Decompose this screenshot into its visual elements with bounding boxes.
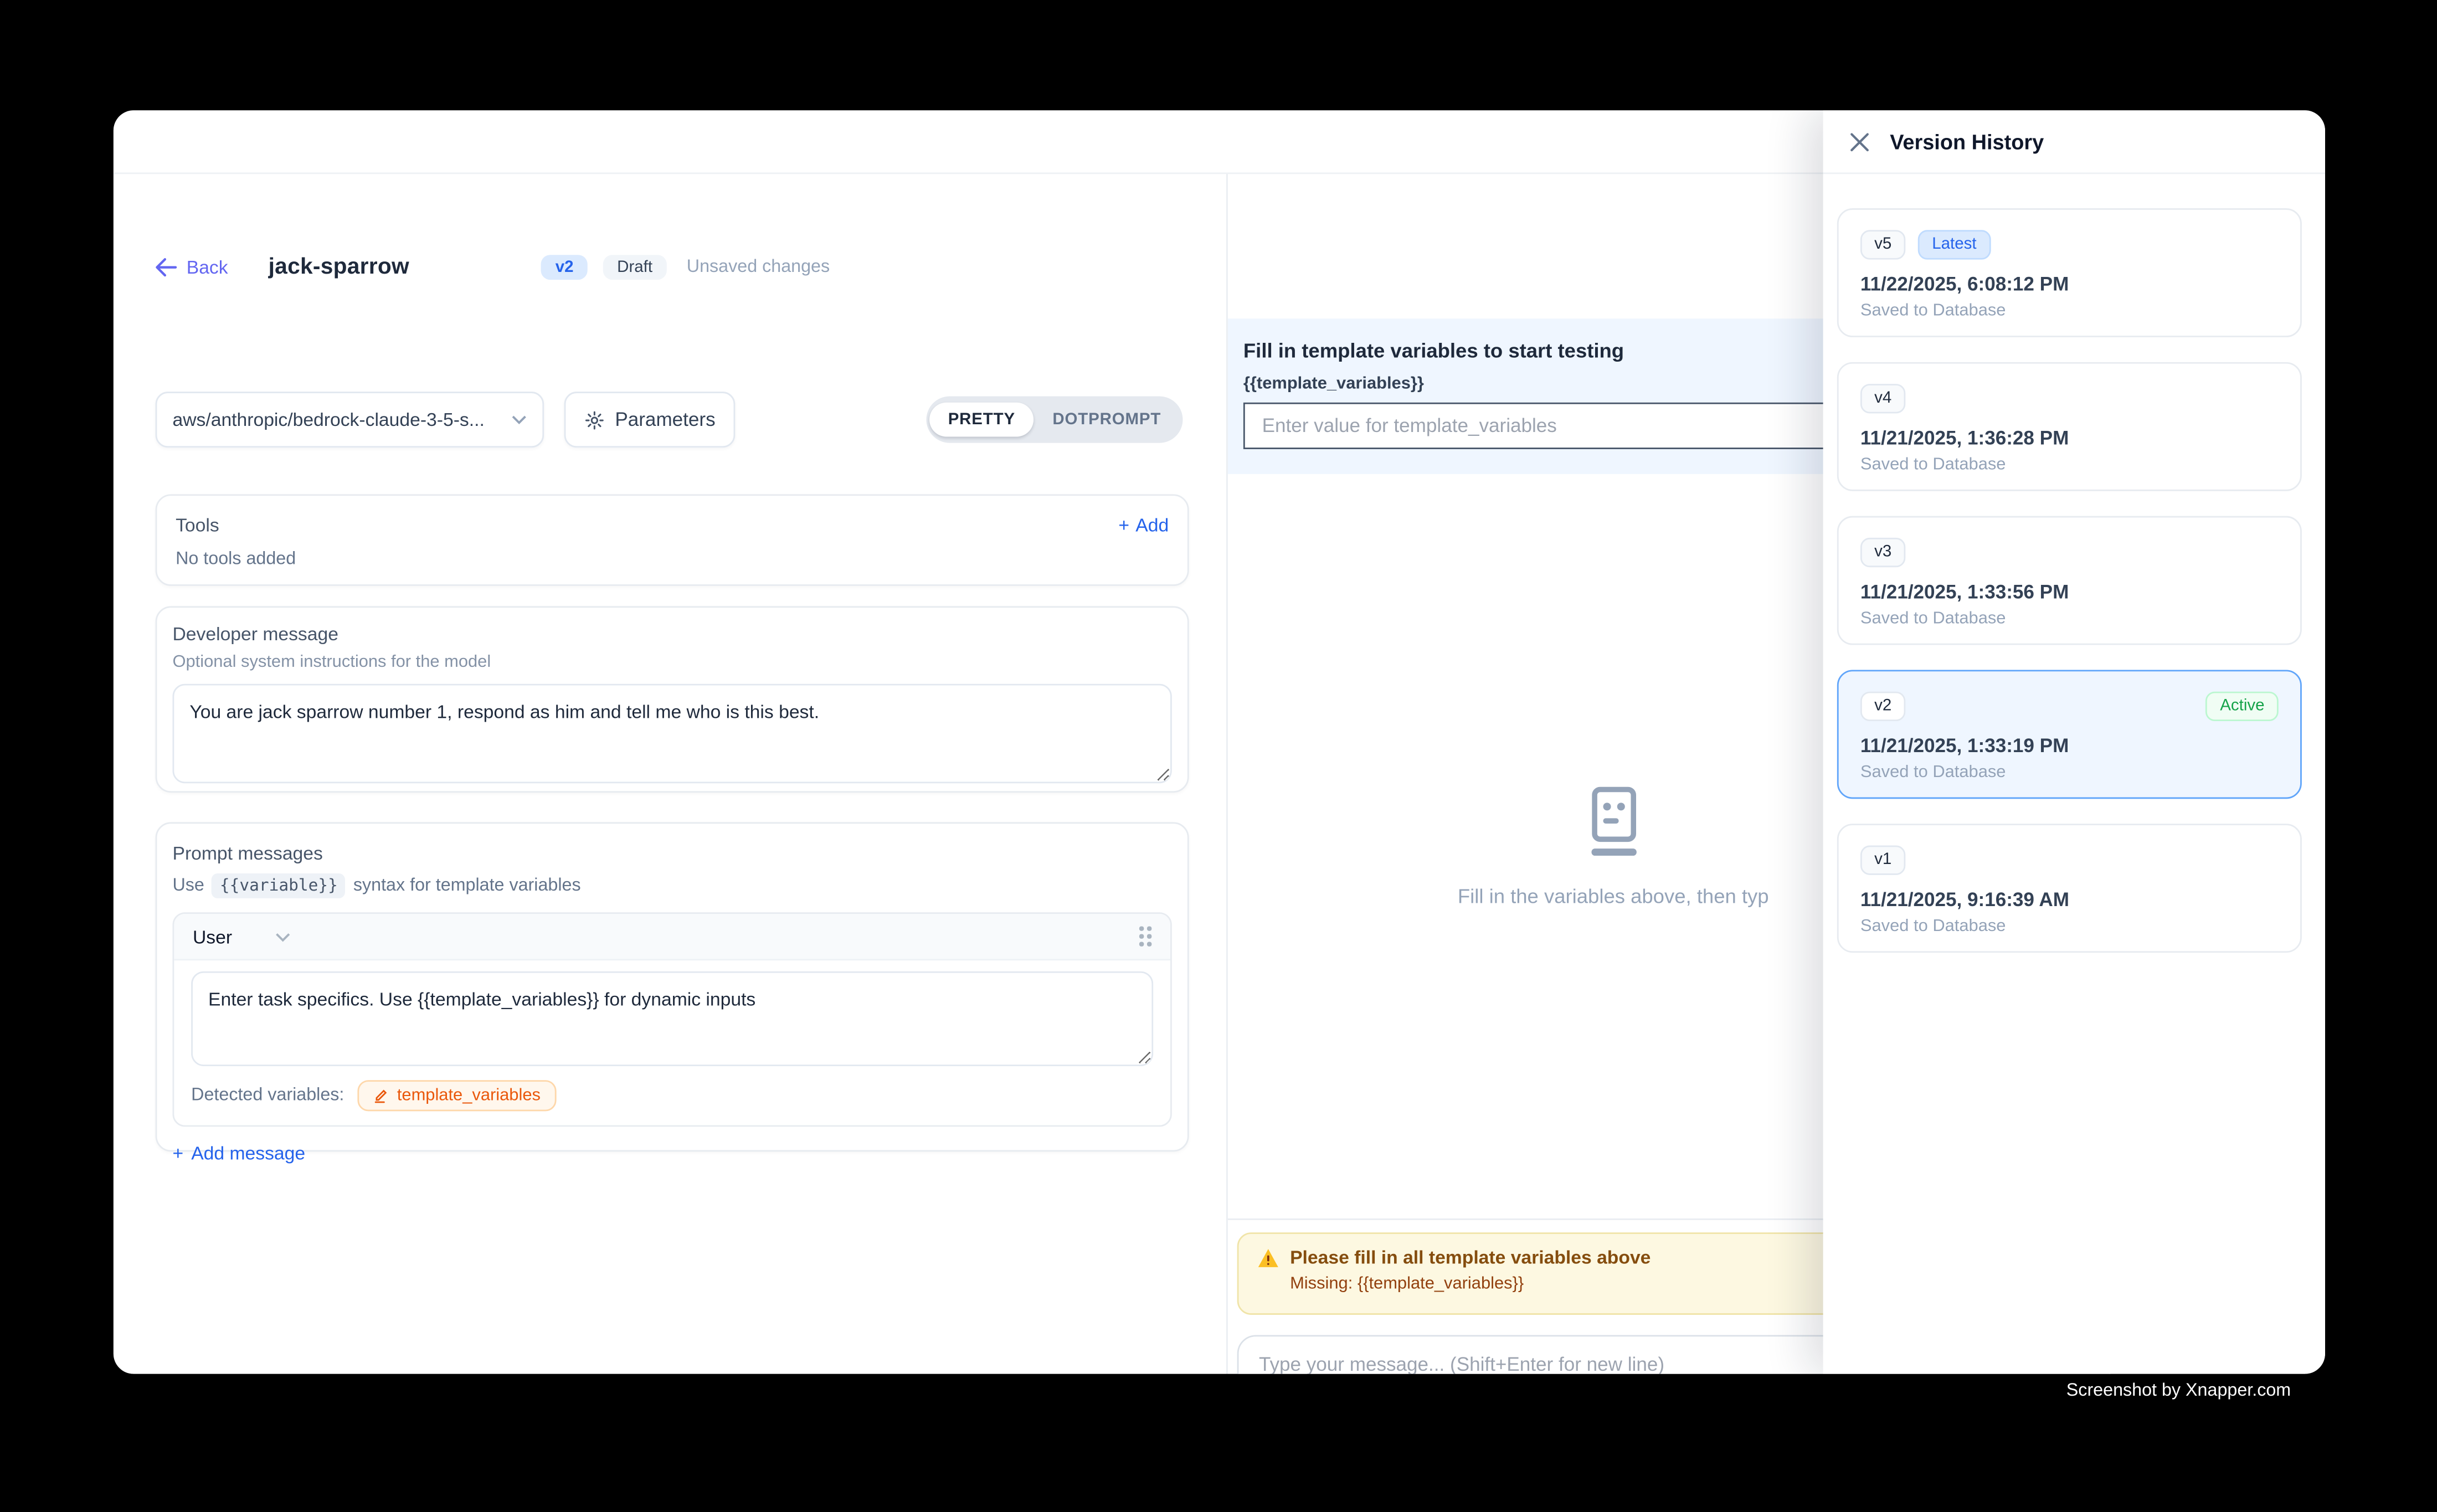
version-history-panel: Version History v5 Latest 11/22/2025, 6:08… [1823, 110, 2325, 1374]
developer-message-card: Developer message Optional system instru… [156, 606, 1189, 793]
version-chip: v3 [1860, 538, 1906, 567]
detected-variables-row: Detected variables: template_variables [191, 1080, 1153, 1111]
version-history-header: Version History [1823, 110, 2325, 174]
plus-icon: + [172, 1142, 183, 1164]
robot-icon [1582, 786, 1644, 858]
developer-message-input[interactable]: You are jack sparrow number 1, respond a… [172, 684, 1171, 784]
model-select-value: aws/anthropic/bedrock-claude-3-5-s... [172, 409, 511, 430]
add-message-button[interactable]: + Add message [172, 1142, 305, 1164]
version-history-title: Version History [1890, 130, 2044, 153]
version-badge-row: v1 [1860, 846, 2279, 875]
message-body: Enter task specifics. Use {{template_var… [174, 960, 1170, 1125]
toggle-dotprompt[interactable]: DOTPROMPT [1034, 402, 1180, 437]
arrow-left-icon [156, 258, 177, 277]
close-icon[interactable] [1845, 127, 1873, 156]
tools-empty-text: No tools added [176, 550, 1169, 569]
version-badge: v2 [542, 255, 588, 280]
gear-icon [584, 409, 604, 429]
version-card-v4[interactable]: v4 11/21/2025, 1:36:28 PM Saved to Databas… [1837, 362, 2302, 491]
version-date: 11/21/2025, 9:16:39 AM [1860, 888, 2279, 910]
unsaved-changes-label: Unsaved changes [687, 258, 830, 277]
message-input[interactable]: Enter task specifics. Use {{template_var… [191, 971, 1153, 1066]
model-select[interactable]: aws/anthropic/bedrock-claude-3-5-s... [156, 392, 544, 448]
version-chip: v4 [1860, 384, 1906, 413]
developer-message-subtitle: Optional system instructions for the mod… [172, 653, 1171, 672]
add-tool-label: Add [1135, 515, 1169, 536]
version-status: Saved to Database [1860, 762, 2279, 781]
version-badge-row: v2 Active [1860, 692, 2279, 721]
version-badge-row: v3 [1860, 538, 2279, 567]
app-window: Back jack-sparrow v2 Draft Unsaved chang… [114, 110, 2325, 1374]
chevron-down-icon [511, 415, 527, 424]
chevron-down-icon [276, 932, 291, 941]
model-row: aws/anthropic/bedrock-claude-3-5-s... Pa… [156, 392, 1183, 448]
template-variable-chip[interactable]: template_variables [358, 1080, 556, 1111]
tools-title: Tools [176, 515, 219, 536]
format-toggle: PRETTY DOTPROMPT [926, 397, 1182, 443]
version-chip: v1 [1860, 846, 1906, 875]
prompt-editor-panel: Back jack-sparrow v2 Draft Unsaved chang… [114, 174, 1226, 1374]
back-label: Back [187, 256, 228, 278]
hint-suffix: syntax for template variables [353, 877, 581, 896]
back-button[interactable]: Back [156, 256, 228, 278]
version-card-v2[interactable]: v2 Active 11/21/2025, 1:33:19 PM Saved to D… [1837, 670, 2302, 799]
version-status: Saved to Database [1860, 916, 2279, 935]
version-card-v5[interactable]: v5 Latest 11/22/2025, 6:08:12 PM Saved to D… [1837, 208, 2302, 337]
detected-variables-label: Detected variables: [191, 1086, 344, 1105]
latest-badge: Latest [1918, 230, 1991, 259]
variable-syntax-chip: {{variable}} [212, 873, 346, 898]
prompt-messages-hint: Use {{variable}} syntax for template var… [172, 873, 1171, 898]
watermark: Screenshot by Xnapper.com [2066, 1382, 2291, 1401]
toggle-pretty[interactable]: PRETTY [929, 402, 1034, 437]
parameters-label: Parameters [615, 409, 715, 430]
version-status: Saved to Database [1860, 609, 2279, 628]
pencil-icon [374, 1088, 389, 1103]
version-badge-row: v4 [1860, 384, 2279, 413]
hint-prefix: Use [172, 877, 204, 896]
version-chip: v2 [1860, 692, 1906, 721]
version-list: v5 Latest 11/22/2025, 6:08:12 PM Saved to D… [1823, 174, 2325, 953]
developer-message-title: Developer message [172, 623, 1171, 645]
plus-icon: + [1118, 515, 1129, 536]
prompt-messages-card: Prompt messages Use {{variable}} syntax … [156, 822, 1189, 1151]
page-title: jack-sparrow [269, 255, 409, 280]
message-header: User [174, 914, 1170, 960]
version-date: 11/21/2025, 1:33:19 PM [1860, 734, 2279, 756]
prompt-messages-title: Prompt messages [172, 842, 1171, 864]
version-status: Saved to Database [1860, 455, 2279, 474]
version-card-v3[interactable]: v3 11/21/2025, 1:33:56 PM Saved to Databas… [1837, 516, 2302, 645]
active-badge: Active [2206, 692, 2279, 721]
role-select[interactable]: User [193, 925, 291, 947]
tools-card: Tools + Add No tools added [156, 494, 1189, 586]
version-card-v1[interactable]: v1 11/21/2025, 9:16:39 AM Saved to Databas… [1837, 824, 2302, 953]
chat-empty-state: Fill in the variables above, then typ [1341, 786, 1885, 908]
version-date: 11/22/2025, 6:08:12 PM [1860, 272, 2279, 294]
chat-empty-text: Fill in the variables above, then typ [1341, 884, 1885, 908]
version-badge-row: v5 Latest [1860, 230, 2279, 259]
parameters-button[interactable]: Parameters [564, 392, 736, 448]
draft-badge: Draft [603, 255, 666, 280]
message-block: User Enter task specifics. Use {{templat… [172, 912, 1171, 1127]
version-chip: v5 [1860, 230, 1906, 259]
add-tool-button[interactable]: + Add [1118, 515, 1169, 536]
drag-handle-icon[interactable] [1139, 926, 1151, 946]
warning-title: Please fill in all template variables ab… [1290, 1247, 1651, 1268]
warning-icon [1257, 1247, 1279, 1267]
stage: Back jack-sparrow v2 Draft Unsaved chang… [0, 0, 2437, 1512]
prompt-toolbar: Back jack-sparrow v2 Draft Unsaved chang… [156, 249, 1195, 286]
version-date: 11/21/2025, 1:36:28 PM [1860, 426, 2279, 448]
version-date: 11/21/2025, 1:33:56 PM [1860, 580, 2279, 602]
role-select-value: User [193, 925, 232, 947]
version-status: Saved to Database [1860, 301, 2279, 320]
add-message-label: Add message [191, 1142, 305, 1164]
template-variable-chip-label: template_variables [397, 1086, 541, 1105]
